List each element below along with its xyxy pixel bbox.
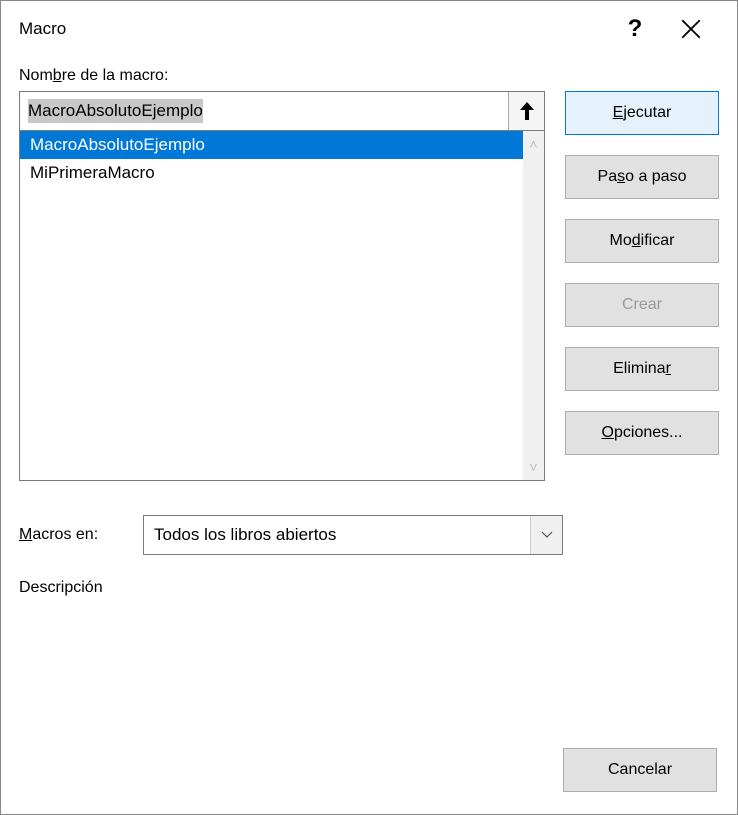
scroll-down-icon: ˅ (529, 460, 537, 474)
dropdown-toggle[interactable] (530, 516, 562, 554)
dialog-title: Macro (19, 19, 607, 39)
macro-listbox[interactable]: MacroAbsolutoEjemplo MiPrimeraMacro ˄ ˅ (19, 131, 545, 481)
macro-name-input-wrap: MacroAbsolutoEjemplo (19, 91, 545, 131)
description-label: Descripción (19, 579, 719, 597)
macros-in-value: Todos los libros abiertos (144, 525, 530, 545)
help-button[interactable]: ? (607, 1, 663, 57)
chevron-down-icon (541, 531, 553, 539)
close-icon (681, 19, 701, 39)
macro-list-item[interactable]: MacroAbsolutoEjemplo (20, 131, 523, 159)
macro-name-input[interactable]: MacroAbsolutoEjemplo (20, 92, 508, 130)
macro-name-go-button[interactable] (508, 92, 544, 130)
scroll-up-icon: ˄ (529, 137, 537, 151)
macros-in-label: Macros en: (19, 526, 131, 544)
macro-list-items: MacroAbsolutoEjemplo MiPrimeraMacro (20, 131, 523, 480)
dialog-content: Nombre de la macro: MacroAbsolutoEjemplo… (1, 57, 737, 615)
run-button[interactable]: Ejecutar (565, 91, 719, 135)
close-button[interactable] (663, 1, 719, 57)
listbox-scrollbar[interactable]: ˄ ˅ (523, 131, 544, 480)
delete-button[interactable]: Eliminar (565, 347, 719, 391)
edit-button[interactable]: Modificar (565, 219, 719, 263)
title-bar: Macro ? (1, 1, 737, 57)
cancel-button[interactable]: Cancelar (563, 748, 717, 792)
arrow-up-icon (518, 100, 536, 122)
options-button[interactable]: Opciones... (565, 411, 719, 455)
macros-in-dropdown[interactable]: Todos los libros abiertos (143, 515, 563, 555)
macro-name-value: MacroAbsolutoEjemplo (28, 99, 203, 123)
macros-in-row: Macros en: Todos los libros abiertos (19, 515, 719, 555)
cancel-row: Cancelar (563, 748, 717, 792)
macro-name-label: Nombre de la macro: (19, 67, 719, 85)
step-into-button[interactable]: Paso a paso (565, 155, 719, 199)
create-button: Crear (565, 283, 719, 327)
macro-list-item[interactable]: MiPrimeraMacro (20, 159, 523, 187)
